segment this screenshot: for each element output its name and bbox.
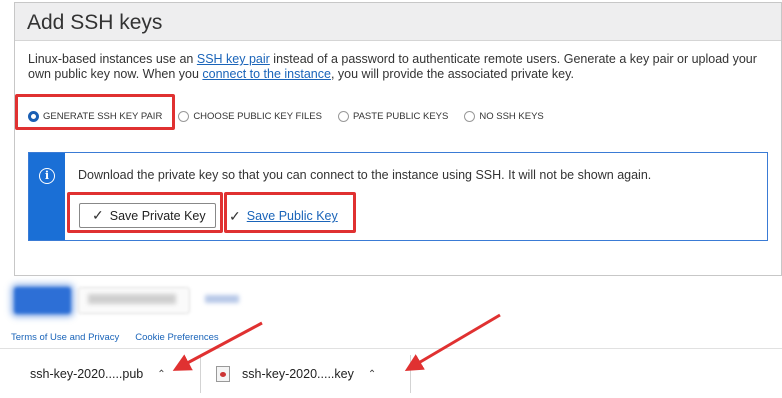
- description-text-3: , you will provide the associated privat…: [330, 67, 574, 81]
- info-icon: i: [39, 168, 55, 184]
- radio-empty-icon: [337, 110, 349, 122]
- info-alert-sidebar: i: [29, 153, 65, 240]
- divider: [410, 355, 411, 393]
- highlight-save-private-key: [67, 192, 223, 233]
- radio-empty-icon: [464, 110, 476, 122]
- blurred-text: [88, 294, 176, 304]
- highlight-save-public-key: [224, 192, 356, 233]
- cookie-preferences-link[interactable]: Cookie Preferences: [135, 332, 218, 343]
- download-item-pub[interactable]: ssh-key-2020.....pub ⌃: [30, 349, 166, 398]
- ssh-key-pair-link[interactable]: SSH key pair: [197, 52, 270, 66]
- radio-label: NO SSH KEYS: [479, 110, 544, 122]
- connect-to-instance-link[interactable]: connect to the instance: [202, 67, 331, 81]
- radio-paste-public-keys[interactable]: PASTE PUBLIC KEYS: [337, 110, 449, 122]
- add-ssh-keys-panel: Add SSH keys Linux-based instances use a…: [14, 2, 782, 276]
- radio-no-ssh-keys[interactable]: NO SSH KEYS: [464, 110, 544, 122]
- divider: [200, 355, 201, 393]
- radio-label: PASTE PUBLIC KEYS: [352, 110, 449, 122]
- radio-label: CHOOSE PUBLIC KEY FILES: [193, 110, 322, 122]
- info-message: Download the private key so that you can…: [78, 168, 652, 182]
- highlight-generate-option: [15, 94, 175, 130]
- download-item-key[interactable]: ssh-key-2020.....key ⌃: [216, 349, 376, 398]
- panel-header: Add SSH keys: [15, 3, 781, 41]
- footer-links: Terms of Use and Privacy Cookie Preferen…: [11, 332, 235, 343]
- create-button-blurred[interactable]: [14, 287, 71, 314]
- download-bar: ssh-key-2020.....pub ⌃ ssh-key-2020.....…: [0, 348, 782, 398]
- radio-choose-public-key-files[interactable]: CHOOSE PUBLIC KEY FILES: [178, 110, 322, 122]
- radio-empty-icon: [178, 110, 190, 122]
- ssh-description: Linux-based instances use an SSH key pai…: [28, 52, 768, 82]
- description-text-1: Linux-based instances use an: [28, 52, 197, 66]
- terms-link[interactable]: Terms of Use and Privacy: [11, 332, 119, 343]
- download-filename: ssh-key-2020.....key: [242, 367, 354, 381]
- chevron-up-icon[interactable]: ⌃: [157, 369, 165, 380]
- page-footer: Terms of Use and Privacy Cookie Preferen…: [0, 276, 782, 346]
- certificate-file-icon: [216, 366, 230, 382]
- cancel-link-blurred[interactable]: [205, 295, 239, 303]
- panel-title: Add SSH keys: [27, 11, 163, 34]
- download-filename: ssh-key-2020.....pub: [30, 367, 144, 381]
- screenshot-root: Add SSH keys Linux-based instances use a…: [0, 0, 782, 398]
- chevron-up-icon[interactable]: ⌃: [368, 369, 376, 380]
